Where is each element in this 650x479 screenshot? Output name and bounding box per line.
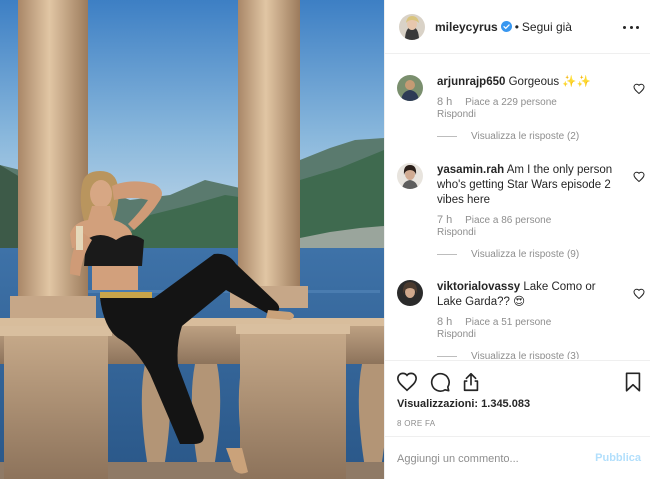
comment-likes[interactable]: Piace a 86 persone — [465, 215, 551, 226]
share-icon[interactable] — [460, 371, 482, 393]
post-actions: Visualizzazioni: 1.345.083 8 ORE FA — [385, 360, 650, 434]
reply-button[interactable]: Rispondi — [437, 227, 623, 239]
heart-eyes-emoji: 😍 — [513, 296, 526, 308]
like-comment-heart-icon[interactable] — [633, 171, 645, 183]
view-replies-label: Visualizza le risposte (2) — [471, 131, 580, 142]
post-header: mileycyrus • Segui già — [385, 0, 650, 54]
commenter-avatar[interactable] — [397, 163, 423, 189]
view-replies-button[interactable]: Visualizza le risposte (9) — [437, 249, 623, 260]
reply-button[interactable]: Rispondi — [437, 109, 623, 121]
like-comment-heart-icon[interactable] — [633, 83, 645, 95]
view-count[interactable]: Visualizzazioni: 1.345.083 — [397, 398, 530, 410]
view-replies-button[interactable]: Visualizza le risposte (2) — [437, 131, 623, 142]
author-avatar[interactable] — [399, 13, 425, 40]
publish-button[interactable]: Pubblica — [595, 452, 641, 464]
comment-username[interactable]: viktorialovassy — [437, 281, 520, 293]
post-sidebar: mileycyrus • Segui già arjunrajp650 Gorg… — [384, 0, 650, 479]
replies-divider — [437, 356, 457, 357]
comment-text: yasamin.rah Am I the only person who's g… — [437, 163, 623, 208]
view-replies-label: Visualizza le risposte (3) — [471, 351, 580, 359]
header-separator: • — [514, 19, 519, 34]
bookmark-icon[interactable] — [622, 371, 644, 393]
comment-time: 8 h — [437, 316, 453, 328]
comment-username[interactable]: yasamin.rah — [437, 164, 504, 176]
comment-meta: 7 h Piace a 86 persone — [437, 214, 623, 227]
heart-icon[interactable] — [396, 371, 418, 393]
comment-text: arjunrajp650 Gorgeous ✨✨ — [437, 75, 623, 90]
view-replies-label: Visualizza le risposte (9) — [471, 249, 580, 260]
more-options-icon[interactable] — [623, 20, 639, 34]
comment-meta: 8 h Piace a 229 persone — [437, 96, 623, 109]
comment-likes[interactable]: Piace a 51 persone — [465, 317, 551, 328]
following-button[interactable]: Segui già — [522, 20, 572, 34]
comment-username[interactable]: arjunrajp650 — [437, 76, 505, 88]
commenter-avatar[interactable] — [397, 75, 423, 101]
comment-time: 8 h — [437, 96, 453, 108]
like-comment-heart-icon[interactable] — [633, 288, 645, 300]
sparkles-emoji: ✨✨ — [562, 76, 591, 88]
comment-text: viktorialovassy Lake Como or Lake Garda?… — [437, 280, 623, 310]
comment-composer: Pubblica — [385, 436, 650, 479]
post-photo[interactable] — [0, 0, 384, 479]
verified-badge-icon — [500, 21, 512, 32]
lake-como-photo — [0, 0, 384, 479]
comments-list[interactable]: arjunrajp650 Gorgeous ✨✨ 8 h Piace a 229… — [385, 55, 650, 359]
reply-button[interactable]: Rispondi — [437, 329, 623, 341]
post-date: 8 ORE FA — [397, 419, 436, 428]
author-username[interactable]: mileycyrus — [435, 20, 498, 34]
view-replies-button[interactable]: Visualizza le risposte (3) — [437, 351, 623, 359]
replies-divider — [437, 136, 457, 137]
replies-divider — [437, 254, 457, 255]
comment-input[interactable] — [397, 449, 587, 469]
comment-time: 7 h — [437, 214, 453, 226]
commenter-avatar[interactable] — [397, 280, 423, 306]
comment-meta: 8 h Piace a 51 persone — [437, 316, 623, 329]
comment-icon[interactable] — [429, 371, 451, 393]
comment-message: Gorgeous — [508, 76, 560, 88]
comment-likes[interactable]: Piace a 229 persone — [465, 97, 557, 108]
